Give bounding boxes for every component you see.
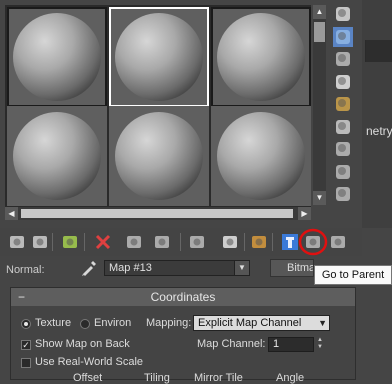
show-map-on-back-label: Show Map on Back (35, 338, 130, 350)
map-name-value: Map #13 (109, 262, 152, 274)
mapping-select[interactable]: Explicit Map Channel ▼ (193, 315, 330, 331)
toolbar-separator (180, 233, 181, 251)
toolbar-separator (272, 233, 273, 251)
sample-slot-grid (5, 5, 311, 207)
command-panel-edge (362, 0, 392, 228)
make-copy-icon[interactable] (124, 232, 144, 252)
map-channel-label: Map Channel: (197, 338, 266, 350)
material-id-channel-icon[interactable] (220, 232, 240, 252)
sphere-preview-icon (115, 112, 203, 200)
options-icon[interactable] (333, 139, 353, 159)
chevron-down-icon[interactable]: ▼ (234, 261, 249, 275)
select-by-material-icon[interactable] (333, 162, 353, 182)
sample-slot[interactable] (109, 106, 209, 206)
scroll-up-icon[interactable]: ▲ (313, 5, 326, 19)
panel-tab[interactable] (365, 40, 392, 62)
go-forward-to-sibling-icon[interactable] (328, 232, 348, 252)
angle-column-header: Angle (276, 372, 305, 384)
mirror-tile-column-header: Mirror Tile (194, 372, 243, 384)
sample-slot[interactable] (7, 106, 107, 206)
properties-label: netry (A (366, 124, 392, 138)
use-real-world-scale-label: Use Real-World Scale (35, 356, 144, 368)
tooltip: Go to Parent (314, 265, 392, 285)
map-type-button[interactable]: Bitmap (270, 259, 314, 277)
map-channel-spinner[interactable]: 1 ▲ ▼ (268, 337, 323, 352)
pick-material-eyedropper-icon[interactable] (80, 259, 98, 277)
rollout-header[interactable]: Coordinates (11, 288, 355, 306)
tiling-column-header: Tiling (144, 372, 170, 384)
show-in-viewport-icon[interactable] (249, 232, 269, 252)
sphere-preview-icon (115, 13, 203, 101)
video-color-check-icon[interactable] (333, 94, 353, 114)
show-end-result-icon[interactable] (280, 232, 300, 252)
slot-horizontal-scrollbar[interactable]: ◀ ▶ (5, 207, 311, 220)
sample-type-sphere-icon[interactable] (333, 4, 353, 24)
map-channel-value: 1 (273, 338, 280, 350)
sample-slot[interactable] (211, 7, 311, 107)
material-map-navigator-icon[interactable] (333, 184, 353, 204)
toolbar-separator (244, 233, 245, 251)
slot-vertical-scrollbar[interactable]: ▲ ▼ (313, 5, 326, 205)
reset-map-icon[interactable] (93, 232, 113, 252)
sphere-preview-icon (13, 112, 101, 200)
offset-column-header: Offset (73, 372, 103, 384)
use-real-world-scale-checkbox[interactable] (21, 358, 31, 368)
sphere-preview-icon (13, 13, 101, 101)
background-checker-icon[interactable] (333, 49, 353, 69)
go-to-parent-icon[interactable] (298, 228, 328, 256)
show-map-on-back-checkbox[interactable]: ✓ (21, 340, 31, 350)
get-material-icon[interactable] (7, 232, 27, 252)
sphere-preview-icon (217, 13, 305, 101)
mapping-label: Mapping: (146, 317, 192, 329)
toolbar-separator (84, 233, 85, 251)
sample-slot[interactable] (7, 7, 107, 107)
environ-radio[interactable] (80, 319, 90, 329)
assign-to-selection-icon[interactable] (60, 232, 80, 252)
sample-slot[interactable] (109, 7, 209, 107)
map-name-field[interactable]: Map #13 ▼ (104, 260, 250, 276)
slot-name-label: Normal: (6, 264, 45, 276)
collapse-icon[interactable]: − (18, 288, 25, 306)
sample-slot[interactable] (211, 106, 311, 206)
map-type-label: Bitmap (287, 262, 313, 274)
scroll-right-icon[interactable]: ▶ (298, 207, 311, 220)
chevron-down-icon: ▼ (318, 318, 327, 328)
mapping-value: Explicit Map Channel (198, 317, 302, 329)
scroll-thumb[interactable] (21, 209, 293, 218)
environ-label: Environ (94, 317, 132, 329)
scroll-down-icon[interactable]: ▼ (313, 191, 326, 205)
backlight-icon[interactable] (333, 26, 353, 47)
texture-label: Texture (35, 317, 72, 329)
sample-uv-tiling-icon[interactable] (333, 72, 353, 92)
spinner-arrows-icon[interactable]: ▲ ▼ (315, 337, 325, 352)
make-preview-icon[interactable] (333, 117, 353, 137)
make-unique-icon[interactable] (152, 232, 172, 252)
toolbar-separator (52, 233, 53, 251)
scroll-left-icon[interactable]: ◀ (5, 207, 18, 220)
texture-radio[interactable] (21, 319, 31, 329)
sphere-preview-icon (217, 112, 305, 200)
scroll-thumb[interactable] (314, 22, 325, 42)
put-to-library-icon[interactable] (187, 232, 207, 252)
put-to-scene-icon[interactable] (30, 232, 50, 252)
